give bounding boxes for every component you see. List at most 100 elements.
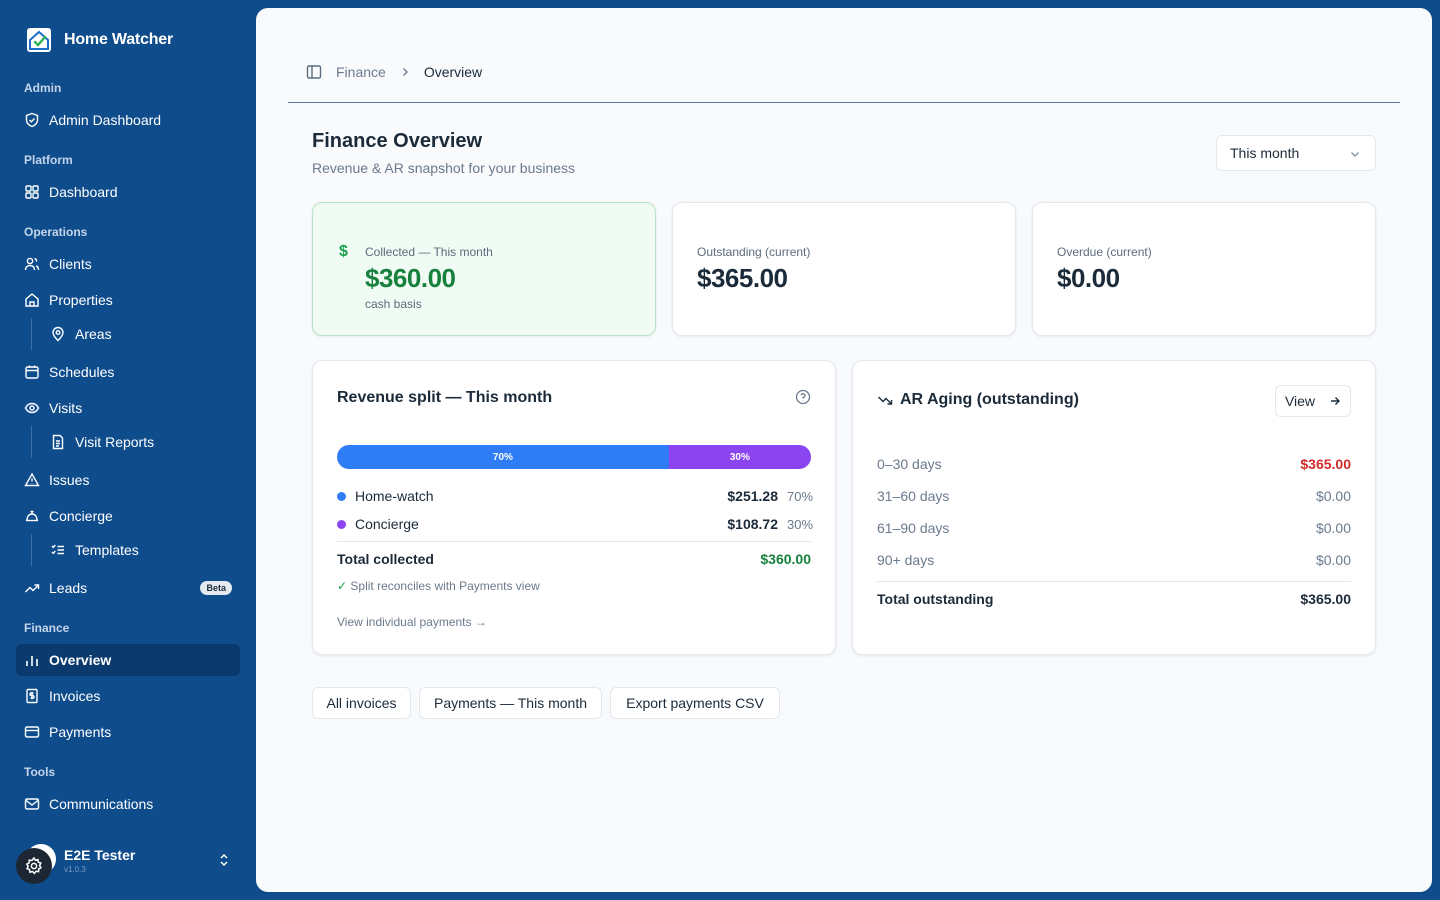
receipt-icon [26, 688, 38, 704]
section-platform: Platform [24, 153, 73, 167]
ar-total-row: Total outstanding $365.00 [877, 591, 1351, 607]
beta-badge: Beta [200, 581, 232, 595]
user-menu[interactable]: E2E Tester v1.0.3 [16, 840, 240, 884]
collected-label: Collected — This month [365, 245, 493, 259]
sidebar-item-communications[interactable]: Communications [16, 788, 240, 820]
ar-aging-title: AR Aging (outstanding) [877, 391, 1079, 409]
sidebar-item-clients[interactable]: Clients [16, 248, 240, 280]
list-checks-icon [51, 544, 64, 555]
overdue-card: Overdue (current) $0.00 [1032, 202, 1376, 336]
chevrons-up-down-icon [220, 853, 228, 867]
sidebar-item-issues[interactable]: Issues [16, 464, 240, 496]
mail-icon [24, 798, 40, 810]
payments-this-month-button[interactable]: Payments — This month [419, 687, 602, 719]
chevron-right-icon [402, 68, 408, 76]
overdue-value: $0.00 [1057, 263, 1120, 293]
collected-value: $360.00 [365, 263, 456, 293]
split-amount: $108.72 [727, 516, 778, 532]
ar-row-31-60: 31–60 days $0.00 [877, 486, 1351, 506]
ar-bucket-value: $0.00 [1315, 520, 1351, 536]
breadcrumb-overview: Overview [423, 64, 483, 80]
sidebar-item-label: Admin Dashboard [49, 112, 162, 128]
ar-row-61-90: 61–90 days $0.00 [877, 518, 1351, 538]
view-payments-link[interactable]: View individual payments → [337, 615, 487, 629]
sidebar-item-label: Dashboard [49, 184, 118, 200]
alert-triangle-icon [24, 472, 40, 487]
export-payments-csv-button[interactable]: Export payments CSV [610, 687, 780, 719]
reconcile-note: ✓ Split reconciles with Payments view [337, 579, 540, 593]
sidebar-item-templates[interactable]: Templates [42, 534, 240, 566]
calendar-icon [25, 365, 39, 379]
app-version: v1.0.3 [64, 865, 86, 874]
sidebar-item-label: Concierge [49, 508, 113, 524]
trending-up-icon [25, 584, 40, 593]
check-icon: ✓ [337, 579, 348, 593]
split-percent: 70% [787, 488, 814, 504]
split-percent: 30% [787, 516, 814, 532]
outstanding-card: Outstanding (current) $365.00 [672, 202, 1016, 336]
ar-bucket-label: 61–90 days [877, 520, 950, 536]
all-invoices-button[interactable]: All invoices [312, 687, 411, 719]
reconcile-note-text: Split reconciles with Payments view [350, 579, 540, 593]
brand[interactable]: Home Watcher [26, 27, 173, 53]
overdue-label: Overdue (current) [1057, 245, 1152, 259]
arrow-right-icon [1331, 397, 1341, 405]
sidebar: Home Watcher Admin Admin Dashboard Platf… [0, 0, 256, 900]
bar-segment-home-watch: 70% [337, 445, 669, 469]
period-select[interactable]: This month [1216, 135, 1376, 171]
bar-chart-icon [26, 656, 38, 666]
section-operations: Operations [24, 225, 88, 239]
users-icon [24, 257, 40, 271]
revenue-split-title: Revenue split — This month [337, 389, 553, 406]
sidebar-item-label: Schedules [49, 364, 115, 380]
sidebar-item-visits[interactable]: Visits [16, 392, 240, 424]
user-name: E2E Tester [64, 847, 136, 863]
ar-bucket-label: 31–60 days [877, 488, 950, 504]
sidebar-item-leads[interactable]: Leads Beta [16, 572, 240, 604]
outstanding-label: Outstanding (current) [697, 245, 811, 259]
app-name: Home Watcher [64, 31, 174, 48]
split-row-home-watch: Home-watch $251.28 70% [337, 486, 814, 506]
sidebar-item-label: Properties [49, 292, 113, 308]
sidebar-item-concierge[interactable]: Concierge [16, 500, 240, 532]
sidebar-item-label: Clients [49, 256, 92, 272]
sidebar-item-label: Payments [49, 724, 112, 740]
sidebar-item-label: Issues [49, 472, 90, 488]
sidebar-item-visit-reports[interactable]: Visit Reports [42, 426, 240, 458]
file-text-icon [52, 434, 64, 450]
sidebar-item-invoices[interactable]: Invoices [16, 680, 240, 712]
ar-total-value: $365.00 [1300, 591, 1351, 607]
breadcrumb-finance[interactable]: Finance [336, 64, 386, 80]
credit-card-icon [24, 726, 40, 738]
ar-bucket-value: $0.00 [1315, 488, 1351, 504]
sidebar-item-overview[interactable]: Overview [16, 644, 240, 676]
sidebar-item-label: Leads [49, 580, 88, 596]
split-name: Home-watch [355, 488, 434, 504]
sidebar-toggle-icon[interactable] [306, 64, 322, 80]
sidebar-item-schedules[interactable]: Schedules [16, 356, 240, 388]
sidebar-item-properties[interactable]: Properties [16, 284, 240, 316]
page-title: Finance Overview [312, 130, 483, 152]
help-circle-icon[interactable] [795, 389, 811, 405]
ar-bucket-label: 0–30 days [877, 456, 942, 472]
divider [337, 541, 811, 542]
sidebar-item-areas[interactable]: Areas [42, 318, 240, 350]
sidebar-item-payments[interactable]: Payments [16, 716, 240, 748]
sidebar-item-label: Invoices [49, 688, 101, 704]
sub-nav-line [31, 318, 32, 350]
section-finance: Finance [24, 621, 70, 635]
ar-total-label: Total outstanding [877, 591, 994, 607]
legend-dot-concierge [337, 519, 346, 529]
sidebar-item-admin-dashboard[interactable]: Admin Dashboard [16, 104, 240, 136]
settings-button[interactable] [16, 848, 52, 884]
ar-aging-card: AR Aging (outstanding) View 0–30 days $3… [852, 360, 1376, 655]
period-select-value: This month [1230, 145, 1300, 161]
ar-bucket-value: $0.00 [1315, 552, 1351, 568]
sidebar-item-dashboard[interactable]: Dashboard [16, 176, 240, 208]
sidebar-item-label: Areas [75, 326, 112, 342]
ar-row-0-30: 0–30 days $365.00 [877, 454, 1351, 474]
ar-view-button[interactable]: View [1275, 385, 1351, 417]
map-pin-icon [52, 326, 64, 342]
split-row-concierge: Concierge $108.72 30% [337, 514, 814, 534]
eye-icon [24, 402, 40, 414]
